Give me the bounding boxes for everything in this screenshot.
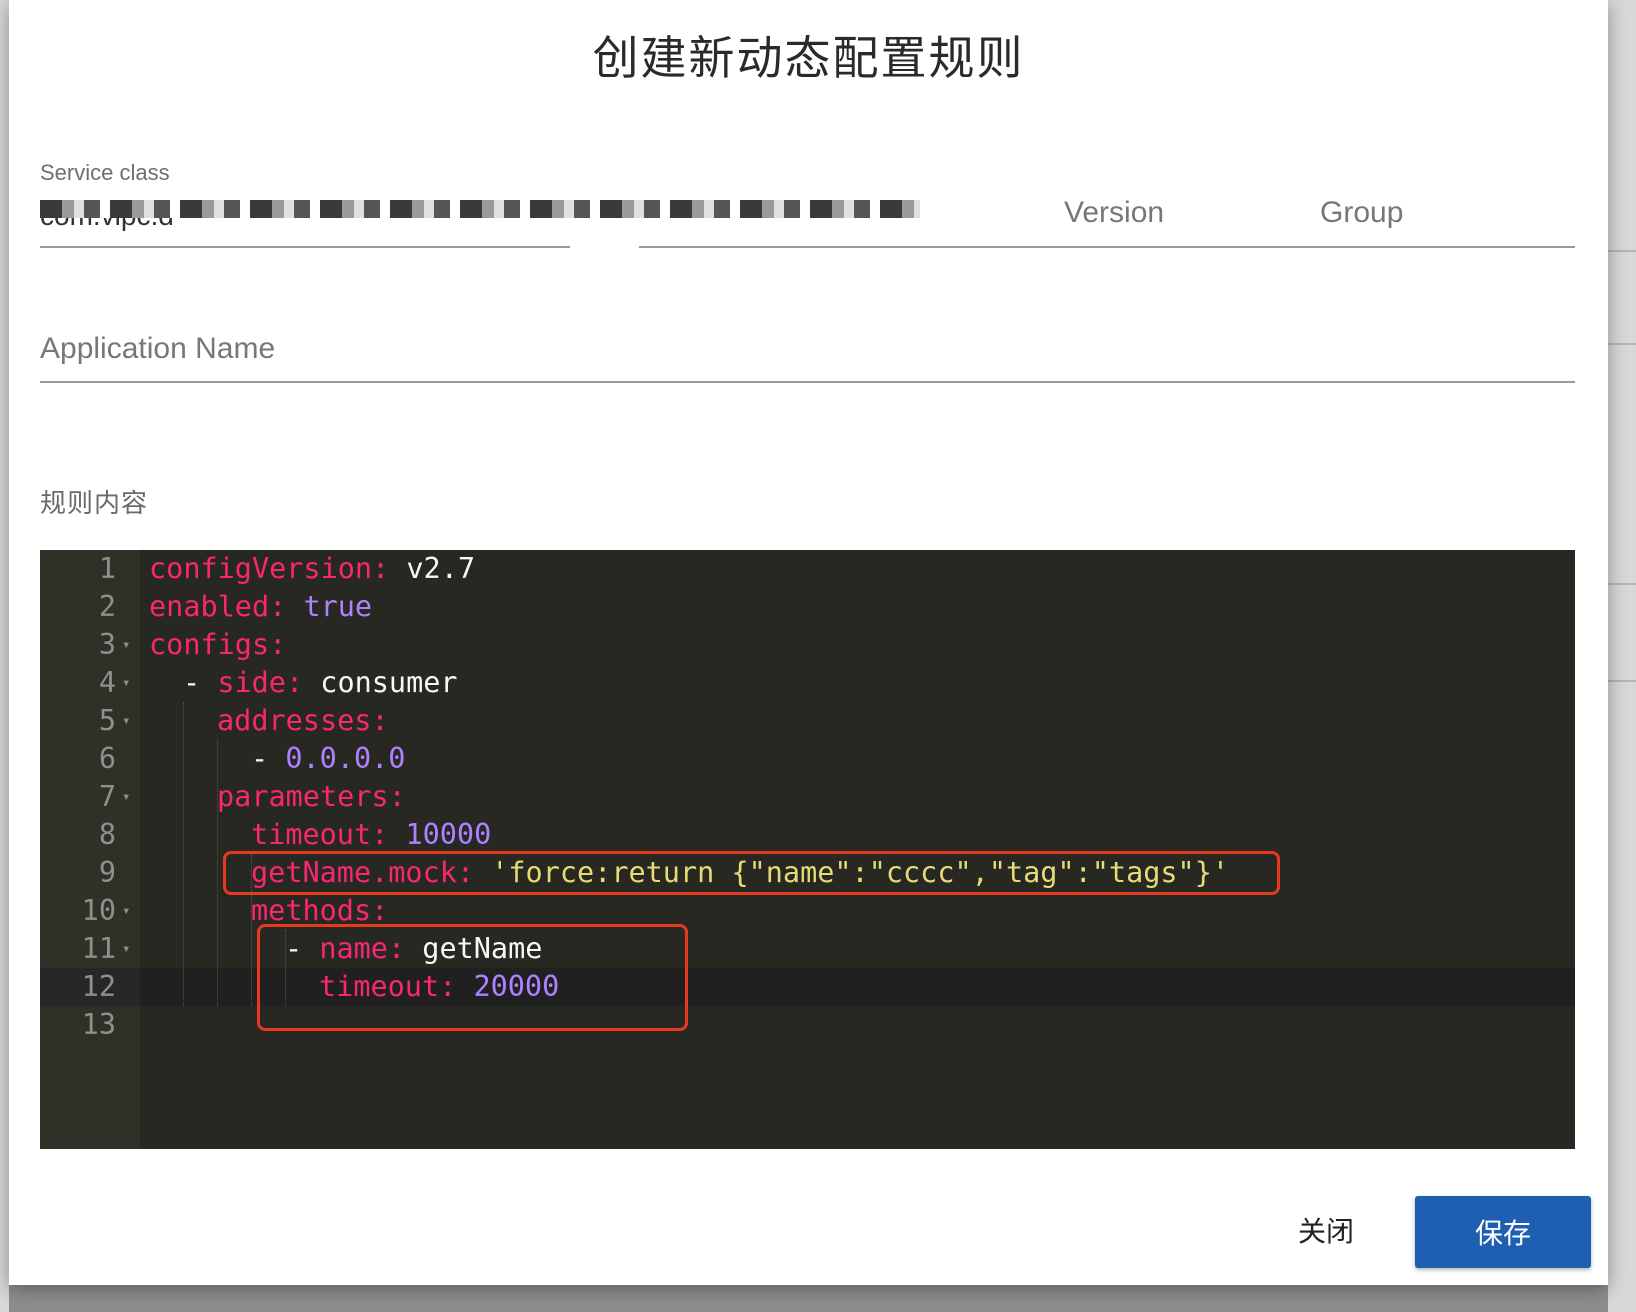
- code-line: 5 ▾ addresses:: [40, 702, 1575, 740]
- code-text: enabled: true: [149, 588, 372, 626]
- annotation-box-mock: [223, 851, 1280, 895]
- code-text: addresses:: [217, 702, 389, 740]
- yaml-code-editor[interactable]: 1 configVersion: v2.7 2 enabled: true 3 ▾ conf…: [40, 550, 1575, 1149]
- version-input[interactable]: Version: [1064, 196, 1164, 230]
- annotation-box-methods: [257, 924, 688, 1031]
- code-token: methods:: [251, 894, 389, 927]
- code-token: -: [183, 666, 218, 699]
- code-line: 3 ▾ configs:: [40, 626, 1575, 664]
- line-number: 3: [98, 628, 116, 661]
- fold-toggle-icon[interactable]: ▾: [122, 892, 130, 930]
- code-line: 6 - 0.0.0.0: [40, 740, 1575, 778]
- rule-content-label: 规则内容: [40, 488, 149, 518]
- line-number: 9: [98, 856, 116, 889]
- line-number: 12: [81, 970, 116, 1003]
- line-number: 2: [98, 590, 116, 623]
- line-number: 4: [98, 666, 116, 699]
- code-token: addresses:: [217, 704, 389, 737]
- version-underline: [1039, 246, 1297, 248]
- code-token: enabled:: [149, 590, 287, 623]
- code-line: 7 ▾ parameters:: [40, 778, 1575, 816]
- code-token: 0.0.0.0: [285, 742, 406, 775]
- code-token: parameters:: [217, 780, 406, 813]
- code-token: side:: [217, 666, 304, 699]
- code-token: v2.7: [389, 552, 476, 585]
- service-class-underline: [40, 246, 570, 248]
- application-name-input[interactable]: Application Name: [40, 332, 275, 366]
- backdrop-left-edge: [0, 0, 9, 1312]
- code-token: timeout:: [251, 818, 389, 851]
- group-underline: [1297, 246, 1575, 248]
- code-token: true: [286, 590, 373, 623]
- save-button[interactable]: 保存: [1415, 1196, 1591, 1268]
- code-token: -: [251, 742, 286, 775]
- fold-toggle-icon[interactable]: ▾: [122, 626, 130, 664]
- fold-toggle-icon[interactable]: ▾: [122, 702, 130, 740]
- line-number: 5: [98, 704, 116, 737]
- line-number: 7: [98, 780, 116, 813]
- code-line: 8 timeout: 10000: [40, 816, 1575, 854]
- backdrop-right-edge: [1608, 0, 1636, 1312]
- code-line: 4 ▾ - side: consumer: [40, 664, 1575, 702]
- line-number: 1: [98, 552, 116, 585]
- line-number: 11: [81, 932, 116, 965]
- service-class-underline-right: [639, 246, 1039, 248]
- code-line: 1 configVersion: v2.7: [40, 550, 1575, 588]
- line-number: 6: [98, 742, 116, 775]
- service-class-label: Service class: [40, 160, 170, 185]
- line-number: 10: [81, 894, 116, 927]
- code-token: 10000: [388, 818, 492, 851]
- code-token: configVersion:: [149, 552, 390, 585]
- code-text: configVersion: v2.7: [149, 550, 475, 588]
- code-line: 2 enabled: true: [40, 588, 1575, 626]
- line-number: 13: [81, 1008, 116, 1041]
- code-text: configs:: [149, 626, 286, 664]
- fold-toggle-icon[interactable]: ▾: [122, 664, 130, 702]
- code-text: timeout: 10000: [251, 816, 491, 854]
- line-number: 8: [98, 818, 116, 851]
- code-token: consumer: [303, 666, 458, 699]
- group-input[interactable]: Group: [1320, 196, 1403, 230]
- code-text: parameters:: [217, 778, 406, 816]
- fold-toggle-icon[interactable]: ▾: [122, 930, 130, 968]
- close-button[interactable]: 关闭: [1271, 1195, 1381, 1265]
- code-text: - side: consumer: [183, 664, 458, 702]
- fold-toggle-icon[interactable]: ▾: [122, 778, 130, 816]
- code-token: configs:: [149, 628, 287, 661]
- dialog-title: 创建新动态配置规则: [592, 32, 1025, 84]
- create-config-rule-dialog: 创建新动态配置规则 Service class com.vipc.d Versi…: [9, 0, 1608, 1285]
- redacted-service-class: [40, 200, 920, 218]
- code-text: - 0.0.0.0: [251, 740, 405, 778]
- application-name-underline: [40, 381, 1575, 383]
